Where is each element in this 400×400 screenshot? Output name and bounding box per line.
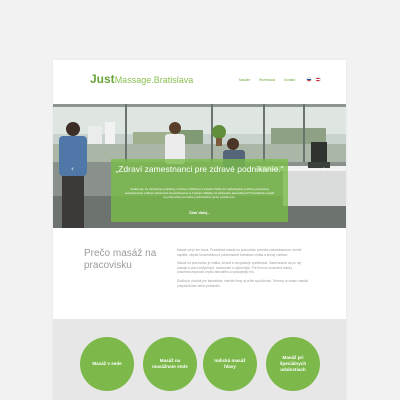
en-flag-icon[interactable] [314,77,321,82]
service-label: Masáž v sede [92,361,122,367]
about-paragraph: Masáž na pracovisku je krátka, účinná a … [177,261,302,275]
main-nav: Masáže Rezervácia Kontakt [239,77,321,82]
read-more-link[interactable]: Čítať ďalej... [111,211,288,215]
service-label: Indická masáž hlavy [214,358,246,369]
service-special-events-button[interactable]: Masáž pri špeciálnych udalostiach [266,337,320,391]
nav-item-rezervacia[interactable]: Rezervácia [259,78,275,82]
site-logo[interactable]: JustMassage.Bratislava [90,73,193,86]
nav-item-masaze[interactable]: Masáže [239,78,250,82]
hero-slider: ‹ › „Zdraví zamestnanci pre zdravé podni… [53,104,346,228]
about-paragraph: Služba je vhodná pre kancelárie, menšie … [177,278,309,288]
chevron-left-icon[interactable]: ‹ [71,166,74,173]
about-paragraph: Masáž nie je len lúxus. Pravidelná masáž… [177,248,302,257]
sk-flag-icon[interactable] [305,77,312,82]
logo-just-text: Just [90,72,115,86]
about-text: Masáž nie je len lúxus. Pravidelná masáž… [177,248,312,292]
hero-quote: „Zdraví zamestnanci pre zdravé podnikani… [115,164,284,174]
service-seated-massage-button[interactable]: Masáž v sede [80,337,134,391]
service-label: Masáž na masážnom stole [152,358,188,369]
site-header: JustMassage.Bratislava Masáže Rezervácia… [53,60,346,104]
nav-item-kontakt[interactable]: Kontakt [284,78,295,82]
about-title: Prečo masáž na pracovisku [84,248,157,271]
service-indian-head-massage-button[interactable]: Indická masáž hlavy [203,337,257,391]
logo-rest-text: Massage.Bratislava [114,75,194,85]
hero-body-text: Vedeli ste, že zdravotné problémy s krčn… [124,187,275,200]
chevron-right-icon[interactable]: › [323,166,326,173]
service-label: Masáž pri špeciálnych udalostiach [279,355,307,372]
service-table-massage-button[interactable]: Masáž na masážnom stole [143,337,197,391]
hero-caption-box: „Zdraví zamestnanci pre zdravé podnikani… [111,159,288,222]
language-switcher [305,77,321,82]
